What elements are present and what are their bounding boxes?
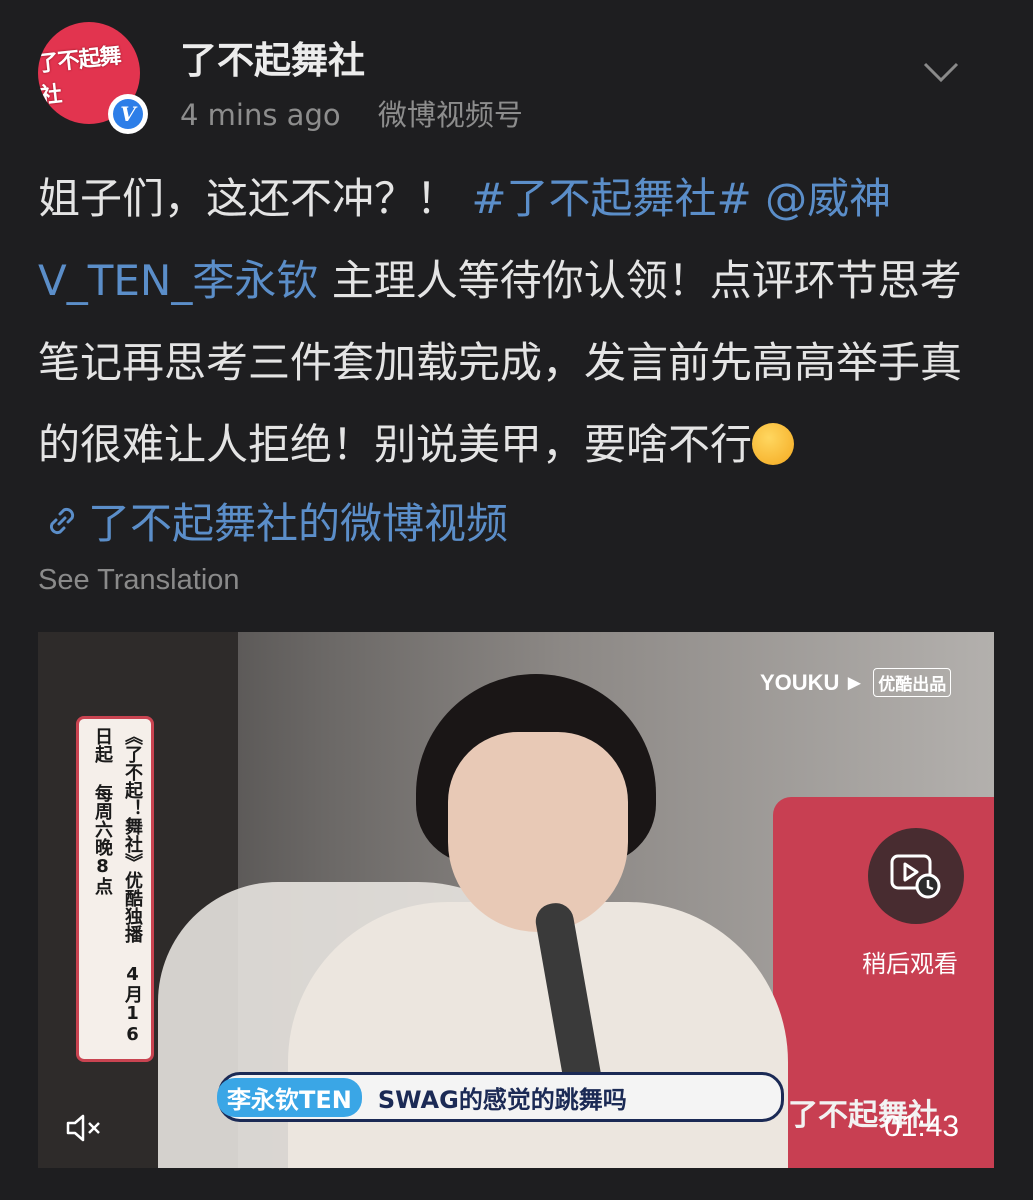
watch-later-label: 稍后观看 [862, 950, 958, 978]
video-person-face [448, 732, 628, 932]
watch-later-button[interactable] [868, 828, 964, 924]
blush-emoji-icon [752, 423, 795, 465]
video-duration: 01:43 [884, 1110, 960, 1143]
post-text-intro: 姐子们，这还不冲？！ [38, 174, 472, 223]
username[interactable]: 了不起舞社 [180, 30, 365, 84]
verified-mark: V [113, 99, 143, 129]
post-time: 4 mins ago [180, 98, 341, 132]
video-link-label: 了不起舞社的微博视频 [88, 499, 509, 548]
subtitle-bar: 李永钦TEN SWAG的感觉的跳舞吗 [217, 1072, 784, 1122]
schedule-banner: 《了不起！舞社》优酷独播 4月16日起 每周六晚8点 [76, 716, 154, 1062]
mute-icon[interactable] [64, 1108, 104, 1148]
video-link[interactable]: 了不起舞社的微博视频 [42, 490, 508, 551]
post-meta: 4 mins ago 微博视频号 [180, 92, 523, 134]
see-translation-button[interactable]: See Translation [38, 564, 240, 597]
youku-logo-text: YOUKU [760, 669, 840, 695]
youku-badge: 优酷出品 [873, 668, 952, 697]
verified-icon: V [108, 94, 148, 134]
post-text: 姐子们，这还不冲？！ #了不起舞社# @威神V_TEN_李永钦 主理人等待你认领… [38, 158, 998, 486]
chevron-down-icon[interactable] [922, 58, 960, 86]
subtitle-text: SWAG的感觉的跳舞吗 [377, 1085, 627, 1114]
subtitle-speaker: 李永钦TEN [217, 1077, 362, 1117]
video-player[interactable]: YOUKU ► 优酷出品 《了不起！舞社》优酷独播 4月16日起 每周六晚8点 … [38, 632, 994, 1168]
watch-later-icon [890, 854, 941, 899]
video-person-body [288, 902, 788, 1168]
post-header: 了不起舞社 V 了不起舞社 4 mins ago 微博视频号 [0, 0, 1033, 150]
youku-watermark: YOUKU ► 优酷出品 [760, 668, 952, 697]
link-icon [49, 507, 75, 534]
hashtag-link[interactable]: #了不起舞社# [471, 174, 751, 223]
post-source[interactable]: 微博视频号 [378, 98, 523, 132]
